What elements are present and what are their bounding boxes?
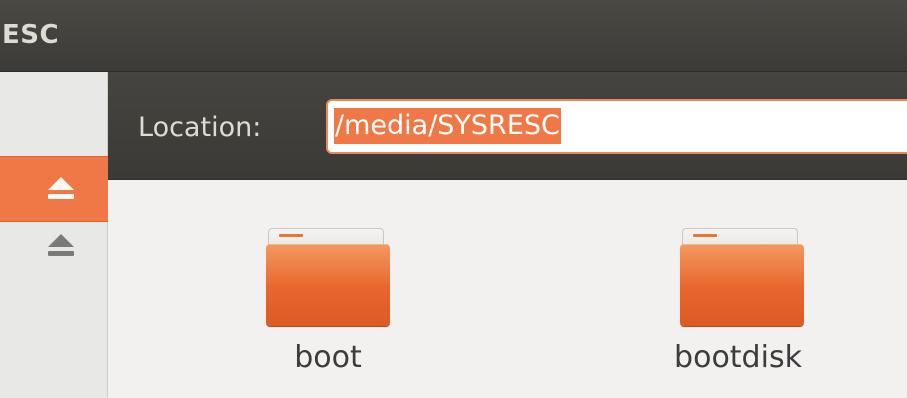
file-manager-window: ESC Location: /media/SYSRESC boot bootdi…	[0, 0, 907, 398]
folder-item-bootdisk[interactable]: bootdisk	[648, 180, 828, 398]
folder-label: bootdisk	[674, 340, 802, 375]
sidebar-item-volume-selected[interactable]	[0, 156, 108, 222]
folder-icon	[266, 220, 392, 328]
file-view: boot bootdisk	[108, 180, 907, 398]
folder-label: boot	[294, 340, 362, 375]
title-bar[interactable]: ESC	[0, 0, 907, 72]
location-text-selected[interactable]: /media/SYSRESC	[334, 108, 561, 144]
folder-item-boot[interactable]: boot	[238, 180, 418, 398]
sidebar	[0, 72, 108, 398]
eject-icon[interactable]	[46, 177, 76, 205]
location-label: Location:	[138, 112, 262, 143]
window-title: ESC	[2, 20, 60, 50]
location-bar: Location: /media/SYSRESC	[108, 72, 907, 180]
location-input[interactable]: /media/SYSRESC	[326, 99, 907, 154]
folder-icon	[680, 220, 806, 328]
eject-icon[interactable]	[46, 234, 76, 262]
sidebar-item-volume[interactable]	[0, 222, 108, 288]
